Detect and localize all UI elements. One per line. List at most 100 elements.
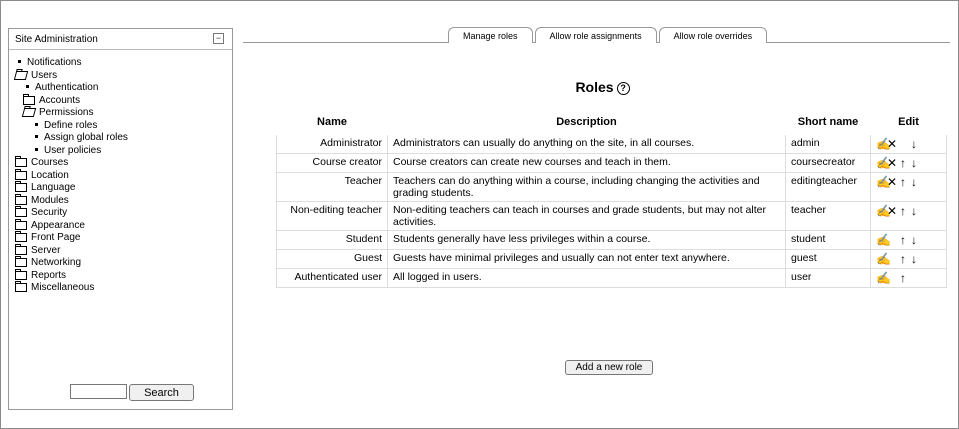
- sidebar-item-label: Security: [31, 207, 68, 218]
- sidebar-item[interactable]: Assign global roles: [15, 132, 232, 143]
- sidebar-item[interactable]: User policies: [15, 145, 232, 156]
- page-title: Roles: [575, 79, 614, 95]
- delete-icon[interactable]: ✕: [887, 204, 898, 218]
- sidebar-item[interactable]: Server: [15, 243, 232, 256]
- bullet-icon: [35, 122, 38, 126]
- edit-icon[interactable]: ✍: [876, 271, 891, 285]
- role-description: Administrators can usually do anything o…: [387, 134, 786, 154]
- edit-icon[interactable]: ✍: [876, 233, 891, 247]
- sidebar-item-label: Notifications: [27, 57, 82, 68]
- search-button[interactable]: Search: [129, 384, 194, 401]
- sidebar-item-label: Accounts: [39, 94, 81, 106]
- role-edit-actions: ✍✕ ↑ ↓: [870, 201, 947, 231]
- sidebar-item-label: Miscellaneous: [31, 282, 95, 293]
- role-description: Teachers can do anything within a course…: [387, 172, 786, 202]
- delete-icon[interactable]: ✕: [887, 175, 898, 189]
- folder-icon: [15, 256, 27, 267]
- bullet-icon: [35, 147, 38, 151]
- sidebar-item[interactable]: Modules: [15, 193, 232, 206]
- admin-search-input[interactable]: [70, 384, 127, 399]
- move-down-icon[interactable]: ↓: [909, 156, 920, 170]
- table-row: Administrator Administrators can usually …: [276, 134, 947, 154]
- move-down-icon[interactable]: ↓: [909, 137, 920, 151]
- table-row: Non-editing teacher Non-editing teachers …: [276, 201, 947, 231]
- role-edit-actions: ✍ ↑ ↓: [870, 249, 947, 269]
- sidebar-item-label: Front Page: [31, 232, 81, 243]
- tab-manage-roles[interactable]: Manage roles: [448, 27, 533, 43]
- tab-allow-role-assignments[interactable]: Allow role assignments: [534, 27, 657, 43]
- sidebar-item[interactable]: Define roles: [15, 120, 232, 131]
- sidebar-item[interactable]: Appearance: [15, 218, 232, 231]
- sidebar-item[interactable]: Permissions: [15, 107, 232, 118]
- admin-search: Search: [70, 384, 194, 401]
- sidebar-item[interactable]: Notifications: [15, 57, 232, 68]
- col-header-edit: Edit: [870, 108, 947, 135]
- sidebar-item-label: Server: [31, 244, 61, 256]
- sidebar-item-label: Courses: [31, 157, 69, 168]
- sidebar-item[interactable]: Courses: [15, 156, 232, 168]
- edit-icon[interactable]: ✍: [876, 175, 891, 189]
- table-row: Teacher Teachers can do anything within a…: [276, 172, 947, 202]
- move-up-icon[interactable]: ↑: [898, 204, 909, 218]
- folder-icon: [15, 218, 27, 230]
- folder-icon: [23, 93, 35, 105]
- role-name-link[interactable]: Course creator: [276, 153, 388, 173]
- role-short-name: student: [785, 230, 871, 250]
- move-up-icon[interactable]: ↑: [898, 156, 909, 170]
- move-down-icon[interactable]: ↓: [909, 252, 920, 266]
- sidebar-item-label: Permissions: [39, 107, 94, 118]
- col-header-description: Description: [387, 108, 786, 135]
- folder-icon: [15, 268, 27, 280]
- role-short-name: teacher: [785, 201, 871, 231]
- sidebar-item[interactable]: Networking: [15, 256, 232, 268]
- sidebar-item[interactable]: Language: [15, 181, 232, 193]
- table-header-row: Name Description Short name Edit: [276, 108, 947, 135]
- tab-row: Manage roles Allow role assignments Allo…: [448, 27, 769, 43]
- role-short-name: guest: [785, 249, 871, 269]
- edit-icon[interactable]: ✍: [876, 156, 891, 170]
- role-name-link[interactable]: Authenticated user: [276, 268, 388, 288]
- role-name-link[interactable]: Student: [276, 230, 388, 250]
- sidebar-item-label: Location: [31, 169, 69, 181]
- edit-icon[interactable]: ✍: [876, 252, 891, 266]
- col-header-short-name: Short name: [785, 108, 871, 135]
- block-title: Site Administration: [15, 33, 98, 45]
- roles-table: Name Description Short name Edit Adminis…: [276, 108, 947, 288]
- sidebar-item[interactable]: Miscellaneous: [15, 281, 232, 293]
- tab-allow-role-overrides[interactable]: Allow role overrides: [658, 27, 768, 43]
- sidebar-item[interactable]: Location: [15, 168, 232, 181]
- move-down-icon[interactable]: ↓: [909, 175, 920, 189]
- role-edit-actions: ✍✕ ↑ ↓: [870, 172, 947, 202]
- move-down-icon[interactable]: ↓: [909, 204, 920, 218]
- delete-icon[interactable]: ✕: [887, 156, 898, 170]
- bullet-icon: [18, 60, 21, 63]
- role-short-name: coursecreator: [785, 153, 871, 173]
- edit-icon[interactable]: ✍: [876, 204, 891, 218]
- sidebar-item[interactable]: Security: [15, 206, 232, 218]
- move-up-icon[interactable]: ↑: [898, 175, 909, 189]
- sidebar-item-label: User policies: [44, 144, 102, 156]
- role-description: All logged in users.: [387, 268, 786, 288]
- move-up-icon[interactable]: ↑: [898, 233, 909, 247]
- sidebar-item[interactable]: Reports: [15, 268, 232, 281]
- sidebar-item[interactable]: Front Page: [15, 231, 232, 243]
- role-name-link[interactable]: Administrator: [276, 134, 388, 154]
- role-name-link[interactable]: Guest: [276, 249, 388, 269]
- sidebar-item[interactable]: Accounts: [15, 93, 232, 106]
- role-short-name: user: [785, 268, 871, 288]
- folder-icon: [15, 206, 27, 217]
- bullet-icon: [35, 135, 38, 138]
- add-role-button[interactable]: Add a new role: [565, 360, 653, 375]
- edit-icon[interactable]: ✍: [876, 137, 891, 151]
- sidebar-item-label: Reports: [31, 269, 67, 281]
- move-up-icon[interactable]: ↑: [898, 271, 909, 285]
- sidebar-item-label: Assign global roles: [44, 132, 128, 143]
- role-name-link[interactable]: Teacher: [276, 172, 388, 202]
- help-icon[interactable]: ?: [616, 81, 630, 95]
- role-name-link[interactable]: Non-editing teacher: [276, 201, 388, 231]
- sidebar-item-label: Define roles: [44, 119, 98, 131]
- collapse-icon[interactable]: −: [213, 33, 224, 44]
- move-up-icon[interactable]: ↑: [898, 252, 909, 266]
- delete-icon[interactable]: ✕: [887, 137, 898, 151]
- move-down-icon[interactable]: ↓: [909, 233, 920, 247]
